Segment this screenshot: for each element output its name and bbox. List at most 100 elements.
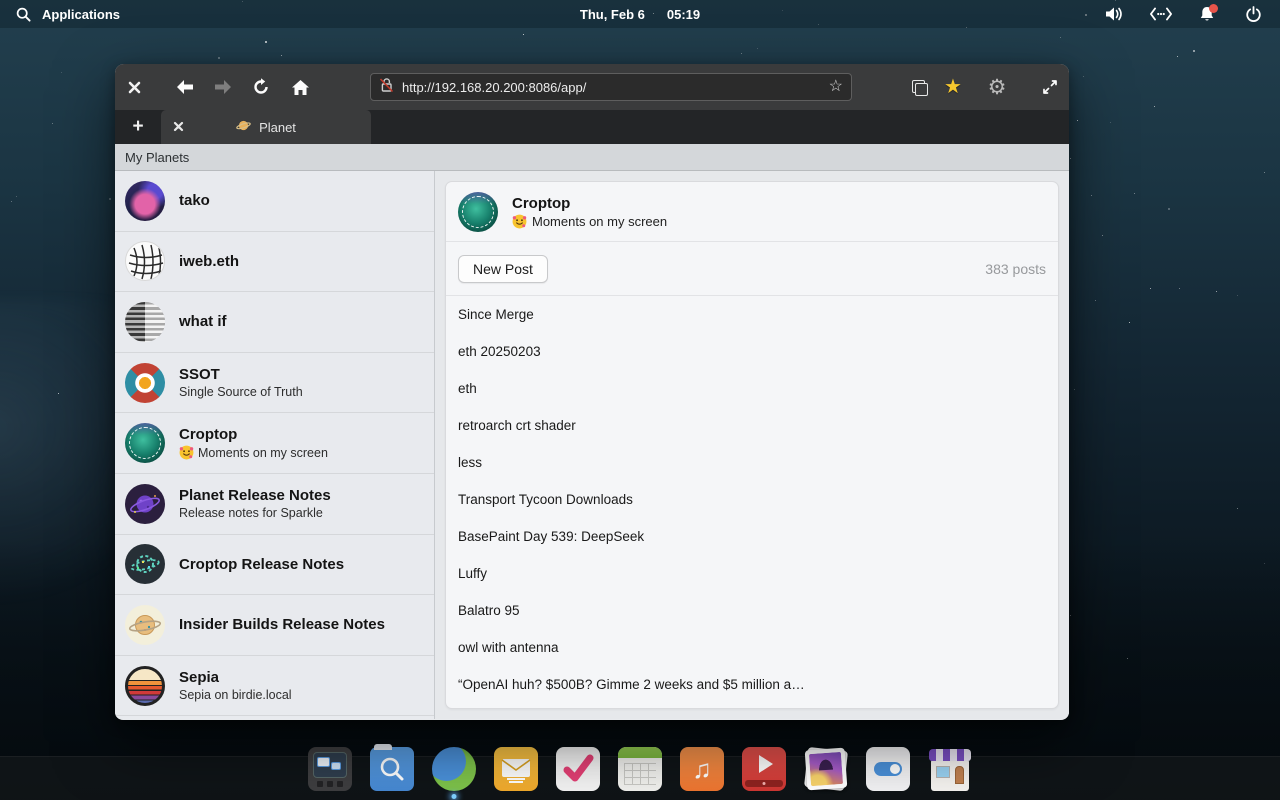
planet-detail-header: Croptop Moments on my screen	[446, 182, 1058, 242]
tabs-overview-button[interactable]	[902, 64, 936, 110]
bookmark-star-icon[interactable]: ☆	[829, 79, 843, 95]
planet-name: Croptop Release Notes	[179, 555, 345, 573]
planet-name: Planet Release Notes	[179, 487, 331, 505]
planet-subtitle: Sepia on birdie.local	[179, 688, 292, 703]
sidebar-item-croptop-release-notes[interactable]: Croptop Release Notes	[115, 535, 434, 596]
top-panel: Applications Thu, Feb 6 05:19	[0, 0, 1280, 28]
dock-videos-icon[interactable]	[742, 747, 786, 791]
planet-detail-title: Croptop	[512, 194, 571, 212]
post-row[interactable]: Since Merge	[446, 296, 1058, 333]
post-row[interactable]: Luffy	[446, 555, 1058, 592]
home-button[interactable]	[283, 64, 317, 110]
dock-file-search-icon[interactable]	[370, 744, 414, 791]
search-icon	[12, 3, 34, 25]
tab-favicon-saturn-icon	[236, 118, 251, 136]
notifications-bell-icon[interactable]	[1196, 3, 1218, 25]
dock-calendar-icon[interactable]	[618, 747, 662, 791]
tab-close-icon[interactable]	[173, 120, 184, 135]
sidebar-item-insider-builds-release-notes[interactable]: Insider Builds Release Notes	[115, 595, 434, 656]
dock-web-browser-icon[interactable]	[432, 747, 476, 799]
browser-toolbar: http://192.168.20.200:8086/app/ ☆ ★ ⚙	[115, 64, 1069, 110]
browser-window: http://192.168.20.200:8086/app/ ☆ ★ ⚙ + …	[115, 64, 1069, 720]
planet-sidebar: tako iweb.eth what if SSOT Single Source…	[115, 171, 435, 719]
dock: ♫	[308, 744, 972, 799]
planet-avatar-ssot	[125, 362, 165, 403]
post-row[interactable]: less	[446, 444, 1058, 481]
sidebar-item-planet-release-notes[interactable]: Planet Release Notes Release notes for S…	[115, 474, 434, 535]
settings-button[interactable]: ⚙	[980, 64, 1014, 110]
planet-name: Croptop	[179, 426, 238, 444]
back-button[interactable]	[168, 64, 202, 110]
notification-dot	[1209, 4, 1218, 13]
post-row[interactable]: “OpenAI huh? $500B? Gimme 2 weeks and $5…	[446, 666, 1058, 703]
forward-button[interactable]	[206, 64, 240, 110]
dock-music-icon[interactable]: ♫	[680, 747, 724, 791]
planet-detail-toolbar: New Post 383 posts	[446, 242, 1058, 296]
tab-bar: + Planet	[115, 110, 1069, 144]
sidebar-item-tako[interactable]: tako	[115, 171, 434, 232]
tab-title: Planet	[259, 119, 296, 135]
sidebar-item-sepia[interactable]: Sepia Sepia on birdie.local	[115, 656, 434, 717]
page-title: My Planets	[115, 144, 1069, 171]
sidebar-item-iweb-eth[interactable]: iweb.eth	[115, 232, 434, 293]
favorites-button[interactable]: ★	[936, 64, 970, 110]
dock-multitasking-view-icon[interactable]	[308, 747, 352, 791]
volume-icon[interactable]	[1104, 3, 1126, 25]
post-count: 383 posts	[985, 260, 1046, 277]
gear-icon: ⚙	[987, 75, 1007, 99]
new-tab-button[interactable]: +	[121, 110, 155, 144]
insecure-lock-icon	[379, 77, 394, 98]
dock-tasks-icon[interactable]	[556, 747, 600, 791]
planet-avatar-release-notes	[125, 483, 165, 524]
sidebar-item-ssot[interactable]: SSOT Single Source of Truth	[115, 353, 434, 414]
planet-avatar-sepia	[125, 665, 165, 706]
clock[interactable]: Thu, Feb 6 05:19	[580, 7, 700, 22]
post-row[interactable]: eth	[446, 370, 1058, 407]
planet-name: what if	[179, 313, 227, 331]
main-panel: Croptop Moments on my screen New Post 38…	[435, 171, 1069, 719]
power-icon[interactable]	[1242, 3, 1264, 25]
dock-settings-icon[interactable]	[866, 747, 910, 791]
dock-photos-icon[interactable]	[804, 747, 848, 791]
planet-name: Sepia	[179, 669, 220, 687]
post-row[interactable]: retroarch crt shader	[446, 407, 1058, 444]
planet-subtitle: Single Source of Truth	[179, 385, 303, 400]
post-row[interactable]: owl with antenna	[446, 629, 1058, 666]
fullscreen-button[interactable]	[1033, 64, 1067, 110]
post-list: Since Merge eth 20250203 eth retroarch c…	[446, 296, 1058, 703]
planet-detail-subtitle: Moments on my screen	[512, 214, 667, 229]
planet-avatar-croptop-release-notes	[125, 544, 165, 585]
applications-label: Applications	[42, 6, 121, 22]
planet-avatar-whatif	[125, 301, 165, 342]
planet-subtitle: Moments on my screen	[179, 445, 328, 460]
window-close-button[interactable]	[117, 64, 151, 110]
post-row[interactable]: Balatro 95	[446, 592, 1058, 629]
planet-avatar-tako	[125, 180, 165, 221]
new-post-button[interactable]: New Post	[458, 254, 548, 283]
dock-mail-icon[interactable]	[494, 747, 538, 791]
smiling-face-with-hearts-icon	[512, 214, 527, 228]
smiling-face-with-hearts-icon	[179, 445, 194, 460]
post-row[interactable]: eth 20250203	[446, 333, 1058, 370]
network-icon[interactable]	[1150, 3, 1172, 25]
planet-name: Insider Builds Release Notes	[179, 616, 385, 634]
dock-app-store-icon[interactable]	[928, 747, 972, 791]
planet-subtitle: Release notes for Sparkle	[179, 506, 323, 521]
tab-planet[interactable]: Planet	[161, 110, 371, 144]
copy-tabs-icon	[911, 79, 928, 96]
running-indicator	[451, 794, 457, 799]
planet-avatar-insider-builds	[125, 604, 165, 645]
applications-menu[interactable]: Applications	[12, 3, 120, 25]
url-bar[interactable]: http://192.168.20.200:8086/app/ ☆	[370, 73, 852, 101]
sidebar-item-what-if[interactable]: what if	[115, 292, 434, 353]
planet-name: tako	[179, 192, 210, 210]
reload-button[interactable]	[244, 64, 278, 110]
croptop-avatar	[458, 191, 498, 232]
post-row[interactable]: BasePaint Day 539: DeepSeek	[446, 518, 1058, 555]
post-row[interactable]: Transport Tycoon Downloads	[446, 481, 1058, 518]
time-label: 05:19	[666, 6, 701, 22]
planet-avatar-croptop	[125, 423, 165, 464]
sidebar-item-croptop[interactable]: Croptop Moments on my screen	[115, 413, 434, 474]
url-text: http://192.168.20.200:8086/app/	[402, 79, 587, 95]
favorites-star-icon: ★	[944, 76, 962, 98]
